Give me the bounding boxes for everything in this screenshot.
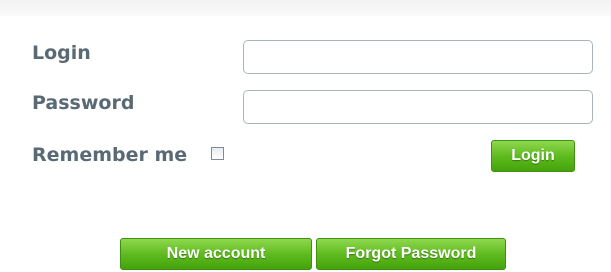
remember-me-checkbox[interactable] xyxy=(211,147,224,160)
top-strip xyxy=(0,0,611,16)
login-input[interactable] xyxy=(243,40,593,74)
forgot-password-button[interactable]: Forgot Password xyxy=(316,238,506,270)
login-label: Login xyxy=(32,42,91,64)
new-account-button[interactable]: New account xyxy=(120,238,312,270)
remember-me-label: Remember me xyxy=(32,144,188,166)
password-label: Password xyxy=(32,92,135,114)
password-input[interactable] xyxy=(243,90,593,124)
login-button[interactable]: Login xyxy=(491,140,575,172)
